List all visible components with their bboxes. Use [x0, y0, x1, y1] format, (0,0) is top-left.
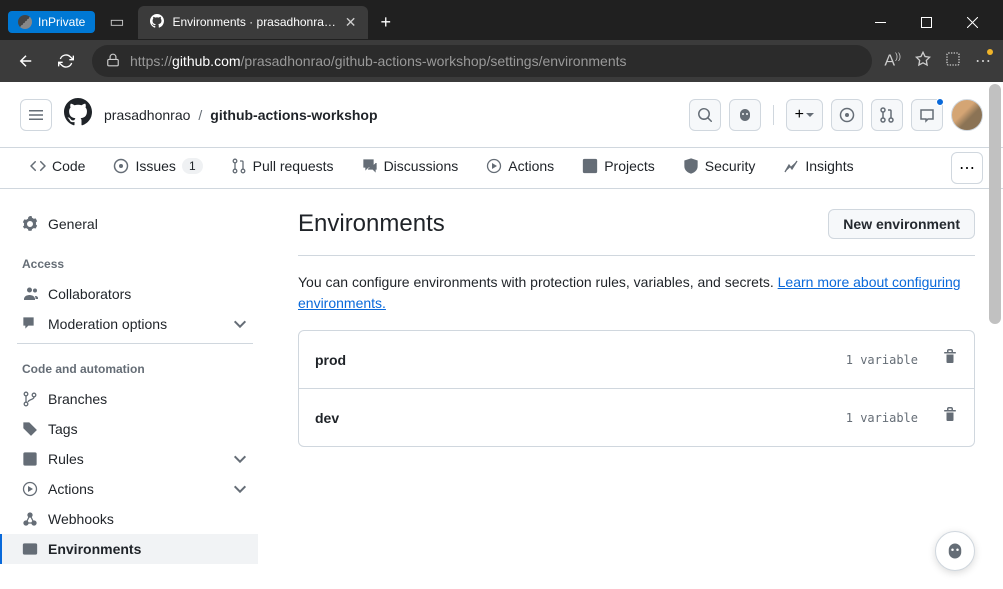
search-button[interactable]: [689, 99, 721, 131]
sidebar-item-webhooks[interactable]: Webhooks: [12, 504, 258, 534]
env-name: dev: [315, 410, 339, 426]
nav-projects-label: Projects: [604, 158, 655, 174]
sidebar-item-collaborators[interactable]: Collaborators: [12, 279, 258, 309]
env-variable-count: 1 variable: [846, 353, 918, 367]
nav-security[interactable]: Security: [673, 148, 766, 188]
collections-icon[interactable]: [945, 51, 961, 72]
breadcrumb: prasadhonrao / github-actions-workshop: [104, 107, 378, 123]
breadcrumb-sep: /: [198, 107, 202, 123]
maximize-button[interactable]: [903, 6, 949, 38]
sidebar-item-moderation[interactable]: Moderation options: [12, 309, 258, 339]
nav-discussions-label: Discussions: [384, 158, 459, 174]
sidebar-moderation-label: Moderation options: [48, 316, 167, 332]
nav-code[interactable]: Code: [20, 148, 95, 188]
nav-issues-label: Issues: [135, 158, 175, 174]
page-title: Environments: [298, 210, 445, 238]
nav-security-label: Security: [705, 158, 756, 174]
nav-actions[interactable]: Actions: [476, 148, 564, 188]
more-icon[interactable]: ⋯: [975, 51, 991, 71]
pull-requests-shortcut-button[interactable]: [871, 99, 903, 131]
nav-discussions[interactable]: Discussions: [352, 148, 469, 188]
copilot-fab-button[interactable]: [935, 531, 975, 571]
environment-row[interactable]: prod 1 variable: [299, 331, 974, 389]
close-window-button[interactable]: [949, 6, 995, 38]
env-variable-count: 1 variable: [846, 411, 918, 425]
delete-environment-button[interactable]: [942, 407, 958, 428]
address-bar[interactable]: https://github.com/prasadhonrao/github-a…: [92, 45, 872, 77]
minimize-button[interactable]: [857, 6, 903, 38]
favorite-icon[interactable]: [915, 51, 931, 72]
nav-insights-label: Insights: [805, 158, 853, 174]
read-aloud-icon[interactable]: A)): [884, 51, 901, 70]
sidebar-code-auto-title: Code and automation: [12, 344, 258, 384]
github-favicon: [150, 14, 164, 31]
desc-text: You can configure environments with prot…: [298, 274, 778, 290]
nav-pr-label: Pull requests: [253, 158, 334, 174]
back-button[interactable]: [12, 47, 40, 75]
sidebar-item-actions[interactable]: Actions: [12, 474, 258, 504]
sidebar-tags-label: Tags: [48, 421, 78, 437]
sidebar-collaborators-label: Collaborators: [48, 286, 131, 302]
tab-title: Environments · prasadhonrao/gith: [172, 15, 336, 29]
inprivate-badge[interactable]: InPrivate: [8, 11, 95, 33]
breadcrumb-owner[interactable]: prasadhonrao: [104, 107, 190, 123]
delete-environment-button[interactable]: [942, 349, 958, 370]
url-text: https://github.com/prasadhonrao/github-a…: [130, 53, 627, 69]
environments-list: prod 1 variable dev 1 variable: [298, 330, 975, 447]
chevron-down-icon: [232, 481, 248, 497]
nav-insights[interactable]: Insights: [773, 148, 863, 188]
github-logo[interactable]: [64, 98, 92, 131]
nav-code-label: Code: [52, 158, 85, 174]
notifications-button[interactable]: [911, 99, 943, 131]
env-name: prod: [315, 352, 346, 368]
tab-actions-icon[interactable]: ▭: [99, 12, 134, 32]
add-button[interactable]: +: [786, 99, 823, 131]
sidebar-item-general[interactable]: General: [12, 209, 258, 239]
lock-icon: [106, 53, 120, 70]
nav-projects[interactable]: Projects: [572, 148, 665, 188]
sidebar-actions-label: Actions: [48, 481, 94, 497]
browser-tab[interactable]: Environments · prasadhonrao/gith ✕: [138, 6, 368, 39]
sidebar-item-rules[interactable]: Rules: [12, 444, 258, 474]
nav-actions-label: Actions: [508, 158, 554, 174]
sidebar-item-environments[interactable]: Environments: [0, 534, 258, 564]
issues-shortcut-button[interactable]: [831, 99, 863, 131]
nav-more-button[interactable]: ⋯: [951, 152, 983, 184]
chevron-down-icon: [232, 451, 248, 467]
sidebar-branches-label: Branches: [48, 391, 107, 407]
sidebar-access-title: Access: [12, 239, 258, 279]
refresh-button[interactable]: [52, 47, 80, 75]
chevron-down-icon: [232, 316, 248, 332]
environment-row[interactable]: dev 1 variable: [299, 389, 974, 446]
new-environment-button[interactable]: New environment: [828, 209, 975, 239]
sidebar-item-branches[interactable]: Branches: [12, 384, 258, 414]
avatar[interactable]: [951, 99, 983, 131]
breadcrumb-repo[interactable]: github-actions-workshop: [210, 107, 377, 123]
inprivate-label: InPrivate: [38, 15, 85, 29]
nav-issues[interactable]: Issues 1: [103, 148, 212, 188]
sidebar-rules-label: Rules: [48, 451, 84, 467]
sidebar-environments-label: Environments: [48, 541, 141, 557]
copilot-button[interactable]: [729, 99, 761, 131]
sidebar-webhooks-label: Webhooks: [48, 511, 114, 527]
page-description: You can configure environments with prot…: [298, 256, 975, 330]
new-tab-button[interactable]: +: [372, 12, 399, 33]
hamburger-menu-button[interactable]: [20, 99, 52, 131]
sidebar-item-tags[interactable]: Tags: [12, 414, 258, 444]
tab-close-icon[interactable]: ✕: [345, 14, 357, 31]
nav-pull-requests[interactable]: Pull requests: [221, 148, 344, 188]
issues-count-badge: 1: [182, 158, 203, 174]
sidebar-general-label: General: [48, 216, 98, 232]
scrollbar[interactable]: [989, 84, 1001, 324]
